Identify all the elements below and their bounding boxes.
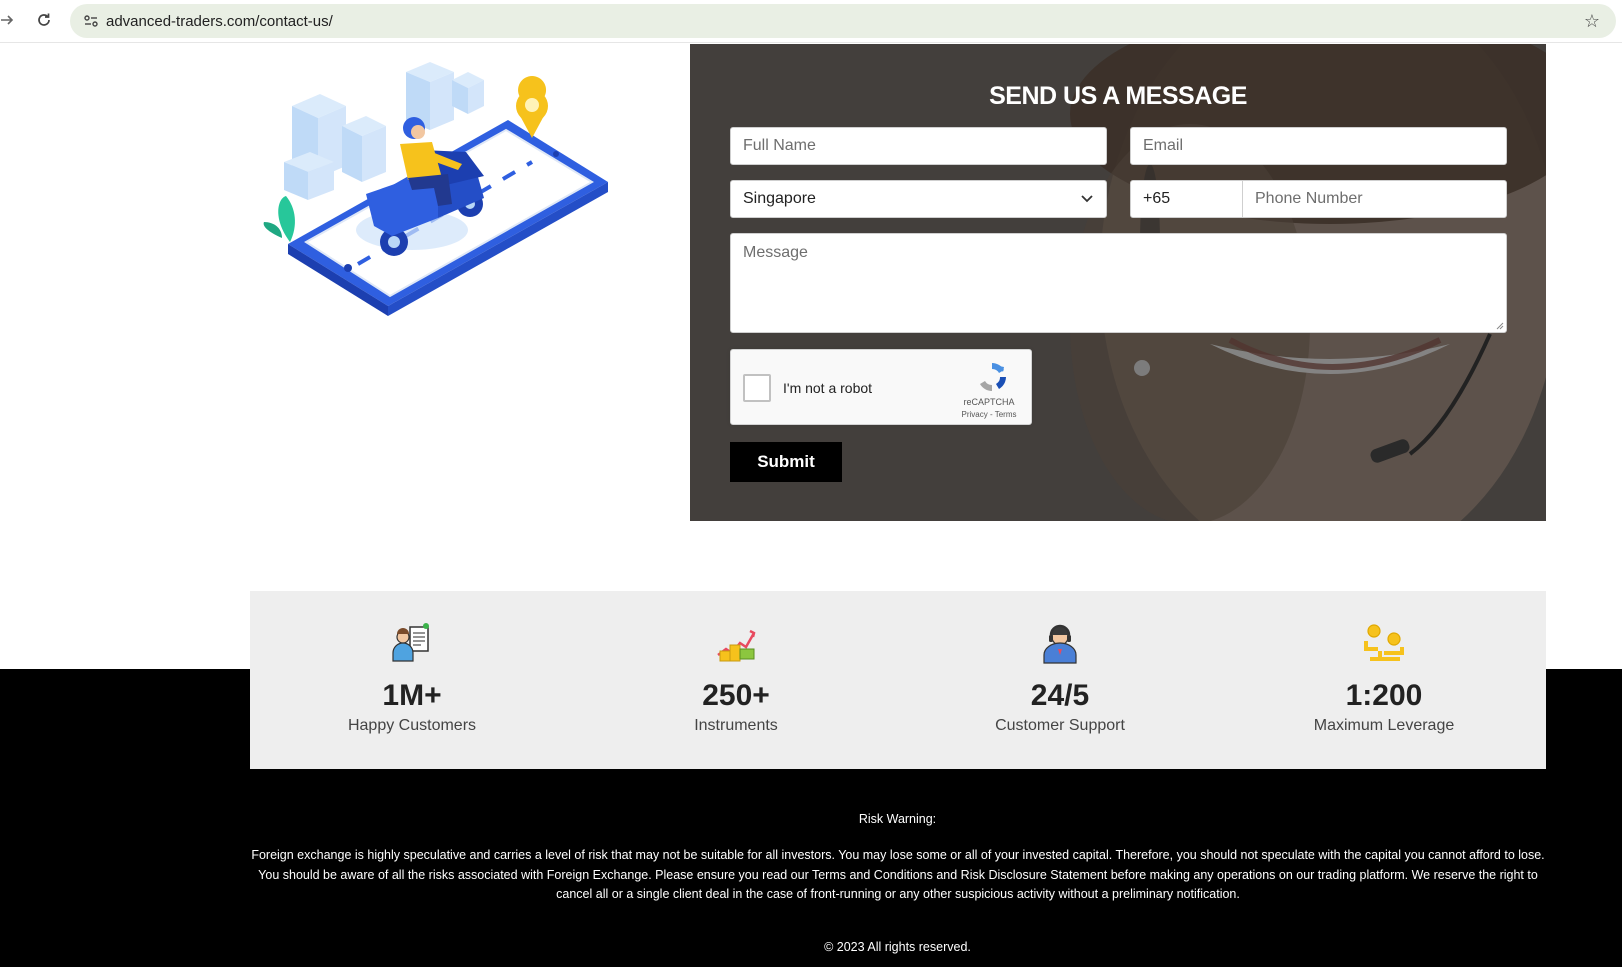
submit-button[interactable]: Submit bbox=[730, 442, 842, 482]
recaptcha-brand: reCAPTCHA bbox=[963, 397, 1015, 407]
chevron-down-icon bbox=[1080, 191, 1094, 210]
recaptcha-checkbox[interactable] bbox=[743, 374, 771, 402]
full-name-input[interactable] bbox=[743, 137, 1106, 155]
customer-list-icon bbox=[392, 623, 429, 662]
risk-warning-text: Foreign exchange is highly speculative a… bbox=[251, 848, 1545, 901]
resize-grip-icon[interactable] bbox=[1494, 320, 1504, 330]
stat-label: Maximum Leverage bbox=[1313, 717, 1455, 734]
stat-customer-support: 24/5 Customer Support bbox=[898, 591, 1222, 769]
dial-code-value: +65 bbox=[1143, 190, 1171, 207]
stat-value: 1M+ bbox=[382, 679, 442, 712]
dial-code-field[interactable]: +65 bbox=[1130, 180, 1243, 218]
url-text[interactable]: advanced-traders.com/contact-us/ bbox=[106, 13, 333, 30]
stat-label: Instruments bbox=[694, 717, 778, 734]
message-field[interactable] bbox=[730, 233, 1507, 333]
country-value: Singapore bbox=[743, 190, 816, 207]
stat-instruments: 250+ Instruments bbox=[574, 591, 898, 769]
stat-value: 24/5 bbox=[1030, 679, 1090, 712]
recaptcha-privacy-terms-link[interactable]: Privacy - Terms bbox=[957, 410, 1021, 419]
bookmark-star-icon[interactable]: ☆ bbox=[1584, 11, 1600, 32]
forward-icon[interactable] bbox=[0, 9, 18, 31]
stat-happy-customers: 1M+ Happy Customers bbox=[250, 591, 574, 769]
phone-number-field[interactable] bbox=[1242, 180, 1507, 218]
leverage-coins-icon bbox=[1364, 624, 1404, 661]
email-input[interactable] bbox=[1143, 137, 1506, 155]
copyright-text: © 2023 All rights reserved. bbox=[824, 940, 971, 954]
stat-value: 250+ bbox=[702, 679, 770, 712]
support-agent-icon bbox=[1043, 624, 1077, 664]
stat-value: 1:200 bbox=[1345, 679, 1423, 712]
stat-maximum-leverage: 1:200 Maximum Leverage bbox=[1222, 591, 1546, 769]
site-info-icon[interactable] bbox=[76, 13, 106, 29]
stat-label: Happy Customers bbox=[347, 717, 477, 734]
contact-form-title: SEND US A MESSAGE bbox=[989, 82, 1247, 110]
email-field[interactable] bbox=[1130, 127, 1507, 165]
stat-label: Customer Support bbox=[995, 717, 1125, 734]
recaptcha-logo-icon bbox=[980, 363, 1006, 391]
address-bar[interactable]: advanced-traders.com/contact-us/ ☆ bbox=[70, 4, 1616, 38]
recaptcha-label: I'm not a robot bbox=[783, 380, 873, 396]
recaptcha-widget: I'm not a robot reCAPTCHA Privacy - Term… bbox=[730, 349, 1032, 425]
delivery-illustration bbox=[263, 62, 608, 316]
risk-warning-title: Risk Warning: bbox=[858, 812, 937, 826]
full-name-field[interactable] bbox=[730, 127, 1107, 165]
phone-number-input[interactable] bbox=[1255, 190, 1506, 208]
message-textarea[interactable] bbox=[743, 244, 1506, 324]
browser-toolbar: advanced-traders.com/contact-us/ ☆ bbox=[0, 0, 1622, 43]
country-select[interactable]: Singapore bbox=[730, 180, 1107, 218]
stats-bar: 1M+ Happy Customers 250+ Instruments 24/… bbox=[250, 591, 1546, 769]
growth-chart-icon bbox=[717, 629, 756, 662]
contact-form-panel: SEND US A MESSAGE Singapore +65 I'm not … bbox=[690, 44, 1546, 521]
reload-icon[interactable] bbox=[33, 9, 55, 31]
